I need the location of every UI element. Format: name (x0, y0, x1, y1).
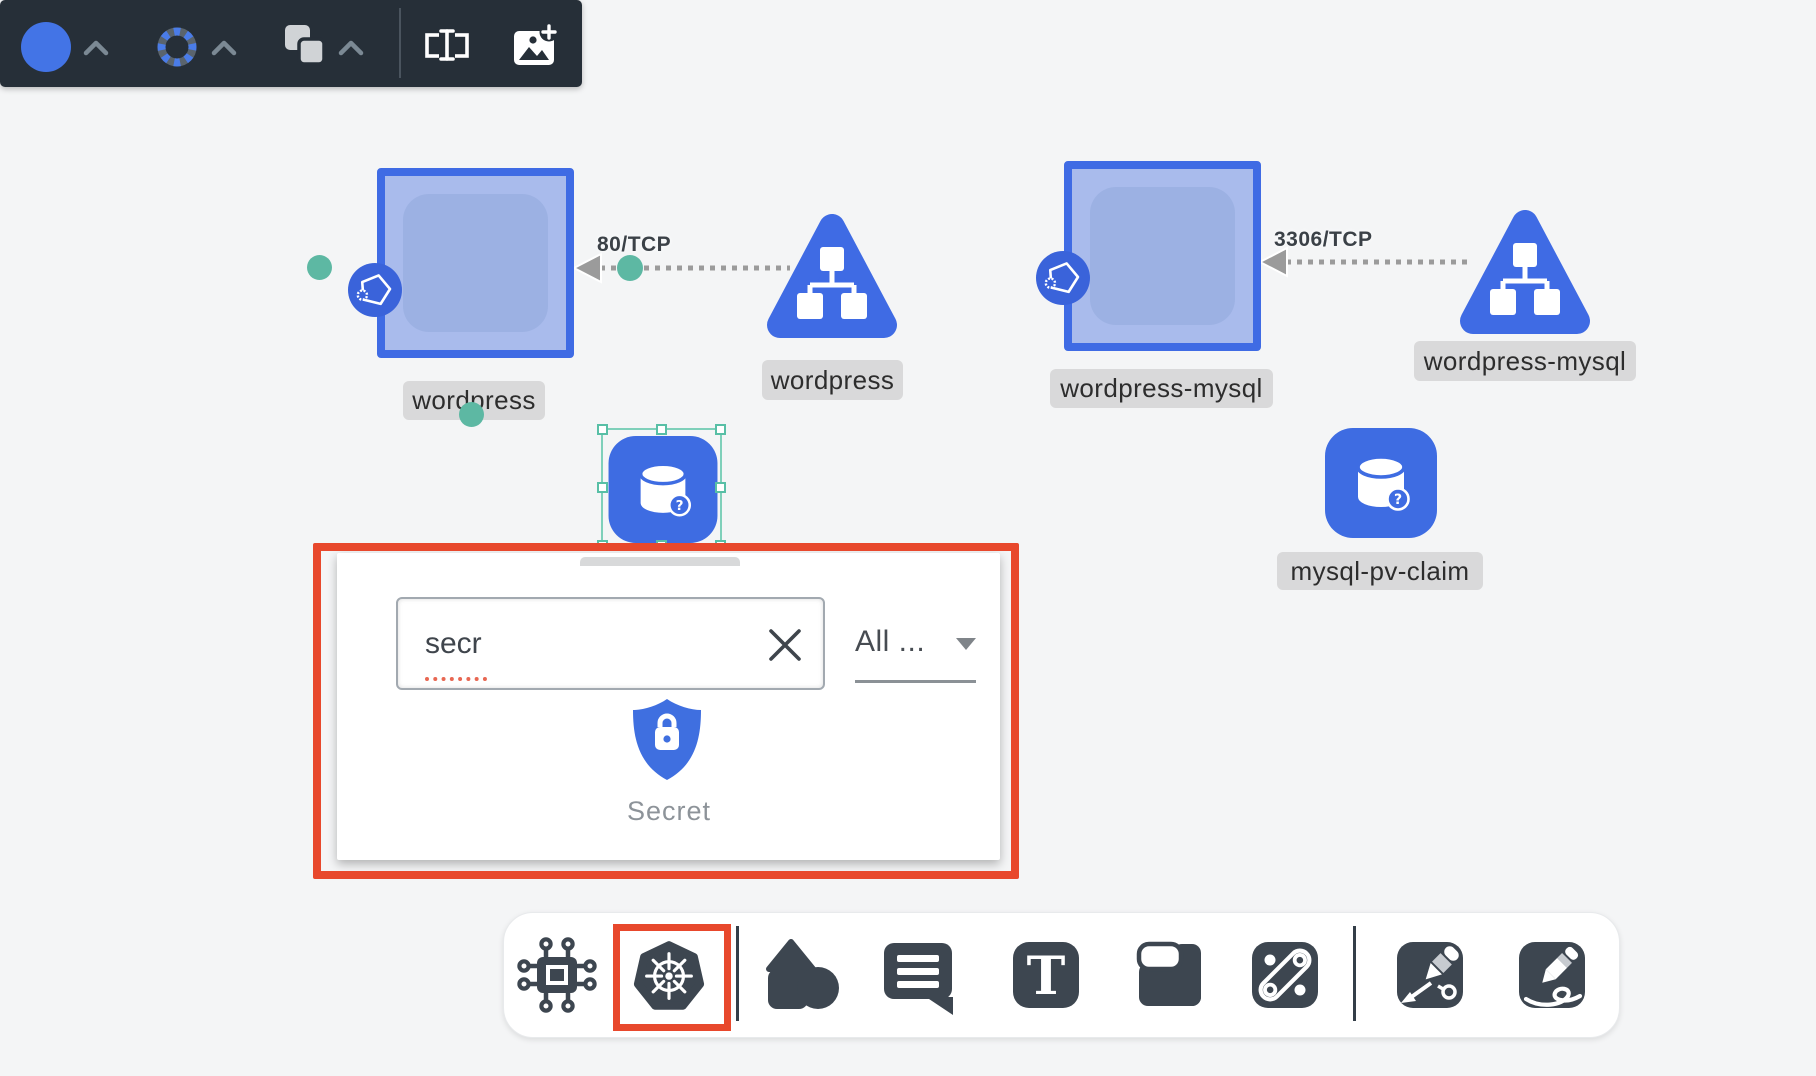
annotation-red-frame (313, 543, 1019, 879)
arrowhead (574, 254, 601, 282)
frame-tool-icon[interactable] (1130, 935, 1210, 1015)
infrastructure-tool-icon[interactable] (517, 935, 597, 1015)
toolbar-divider (399, 8, 401, 78)
selection-handle[interactable] (715, 424, 726, 435)
pen-tool-icon[interactable] (1390, 935, 1470, 1015)
connector-tool-icon[interactable] (1245, 935, 1325, 1015)
node-wordpress-deployment[interactable] (377, 168, 574, 358)
node-label[interactable]: mysql-pv-claim (1277, 552, 1483, 590)
deployment-inner-shape (1090, 187, 1235, 325)
chevron-up-icon[interactable] (83, 40, 109, 56)
selection-handle[interactable] (597, 482, 608, 493)
chevron-up-icon[interactable] (338, 40, 364, 56)
edge-port-label: 3306/TCP (1274, 228, 1373, 252)
comment-tool-icon[interactable] (878, 935, 958, 1015)
text-tool-icon[interactable]: T (1006, 935, 1086, 1015)
rename-button[interactable] (423, 21, 471, 69)
style-toolbar (0, 0, 582, 87)
pod-badge-icon[interactable] (1034, 249, 1092, 307)
tool-dock: T (503, 912, 1620, 1038)
toolbar-divider (1353, 926, 1356, 1021)
node-label[interactable]: wordpress (762, 360, 903, 400)
node-label[interactable]: wordpress-mysql (1414, 341, 1636, 381)
svg-text:?: ? (1394, 492, 1402, 508)
chevron-up-icon[interactable] (211, 40, 237, 56)
connection-dot[interactable] (459, 402, 484, 427)
kubernetes-tool-icon[interactable] (629, 937, 709, 1017)
edge-wordpress-service[interactable] (560, 250, 800, 290)
stroke-style-button[interactable] (152, 22, 202, 72)
node-wordpress-mysql-service[interactable] (1459, 207, 1591, 340)
node-mysql-pv-claim[interactable]: ? (1325, 428, 1437, 538)
selection-handle[interactable] (715, 482, 726, 493)
selection-outline[interactable] (601, 428, 722, 547)
node-label[interactable]: wordpress-mysql (1050, 369, 1273, 408)
selection-handle[interactable] (656, 424, 667, 435)
selection-handle[interactable] (597, 424, 608, 435)
add-image-button[interactable] (508, 20, 560, 72)
edge-port-label: 80/TCP (597, 233, 671, 257)
svg-text:T: T (1027, 946, 1066, 1007)
arrowhead (1260, 248, 1287, 276)
node-wordpress-mysql-deployment[interactable] (1064, 161, 1261, 351)
pod-badge-icon[interactable] (346, 261, 404, 319)
draw-tool-icon[interactable] (1512, 935, 1592, 1015)
copy-style-button[interactable] (281, 21, 327, 67)
toolbar-divider (736, 926, 739, 1021)
edge-handle (617, 255, 643, 281)
deployment-inner-shape (403, 194, 548, 332)
connection-dot[interactable] (307, 255, 332, 280)
node-wordpress-service[interactable] (766, 211, 898, 344)
shapes-tool-icon[interactable] (761, 935, 841, 1015)
fill-color-button[interactable] (21, 22, 71, 72)
